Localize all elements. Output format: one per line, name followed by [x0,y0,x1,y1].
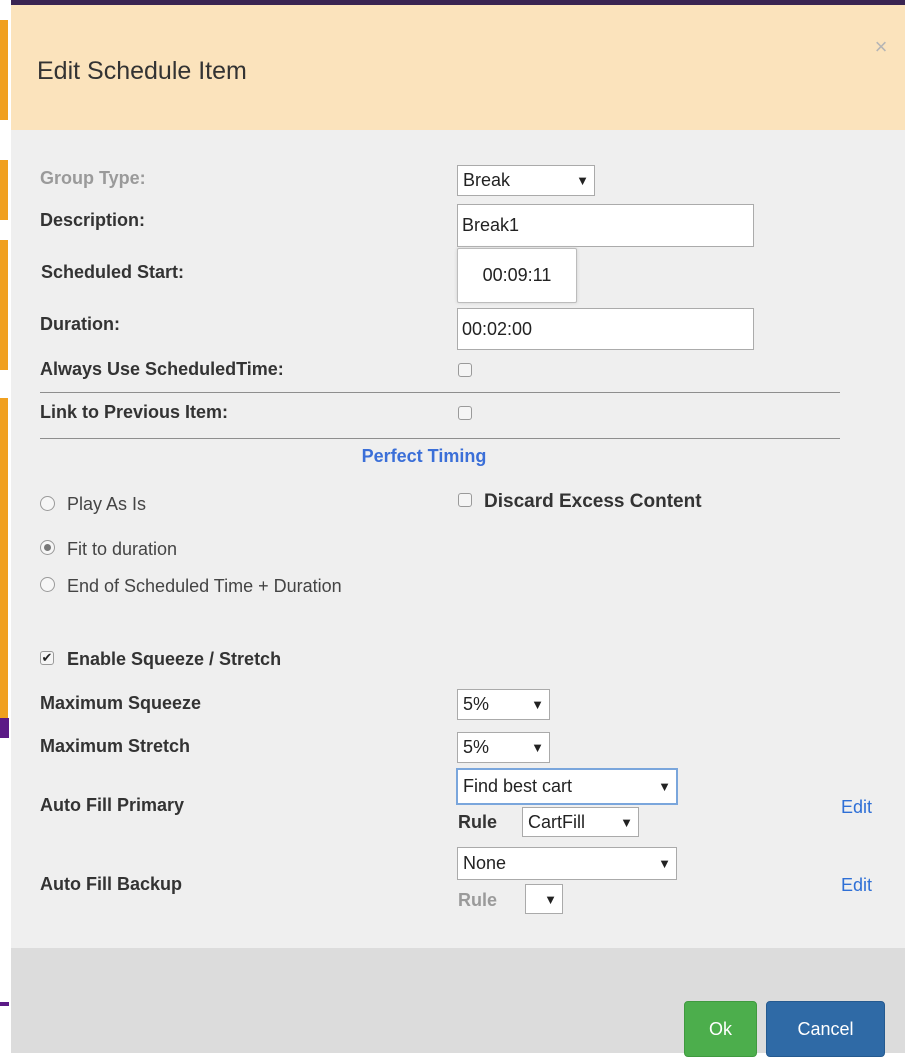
auto-fill-backup-rule-label: Rule [458,890,498,910]
edge-marker [0,718,9,738]
enable-squeeze-stretch-checkbox[interactable]: ✔ [40,651,54,665]
play-as-is-label: Play As Is [67,494,147,514]
perfect-timing-heading: Perfect Timing [361,446,487,466]
auto-fill-backup-value: None [463,853,507,873]
maximum-squeeze-value: 5% [463,694,490,714]
duration-value: 00:02:00 [462,318,533,339]
edge-marker [0,398,8,718]
maximum-stretch-label: Maximum Stretch [40,736,191,756]
edge-marker [0,1002,9,1006]
link-to-previous-checkbox[interactable] [458,406,472,420]
edge-marker [0,160,8,220]
dialog-header: Edit Schedule Item × [11,5,905,130]
radio-end-of-scheduled-time[interactable] [40,577,55,592]
divider [40,438,840,439]
maximum-stretch-value: 5% [463,737,490,757]
group-type-value: Break [463,170,511,190]
description-value: Break1 [462,215,520,235]
dropdown-arrow-icon: ▼ [544,891,557,907]
edit-backup-link[interactable]: Edit [841,875,872,896]
close-icon[interactable]: × [869,35,893,59]
description-input[interactable]: Break1 [457,204,754,247]
dialog-title: Edit Schedule Item [37,57,247,85]
auto-fill-primary-value: Find best cart [463,776,573,796]
edge-marker [0,20,8,120]
auto-fill-backup-label: Auto Fill Backup [40,874,183,894]
dropdown-arrow-icon: ▼ [531,697,544,712]
ok-button[interactable]: Ok [684,1001,757,1057]
auto-fill-backup-select[interactable]: None ▼ [457,847,677,880]
background-page-edge [0,0,10,1048]
enable-squeeze-stretch-label: Enable Squeeze / Stretch [67,649,282,669]
edit-primary-link[interactable]: Edit [841,797,872,818]
auto-fill-primary-rule-value: CartFill [528,811,585,832]
description-label: Description: [40,210,146,230]
end-of-scheduled-time-label: End of Scheduled Time + Duration [67,576,342,596]
auto-fill-primary-label: Auto Fill Primary [40,795,185,815]
dropdown-arrow-icon: ▼ [620,814,633,830]
maximum-squeeze-label: Maximum Squeeze [40,693,202,713]
auto-fill-primary-rule-select[interactable]: CartFill ▼ [522,807,639,837]
dropdown-arrow-icon: ▼ [658,856,671,871]
auto-fill-primary-select[interactable]: Find best cart ▼ [456,768,678,805]
group-type-select[interactable]: Break ▼ [457,165,595,196]
maximum-squeeze-select[interactable]: 5% ▼ [457,689,550,720]
radio-play-as-is[interactable] [40,496,55,511]
duration-input[interactable]: 00:02:00 [457,308,754,350]
discard-excess-label: Discard Excess Content [484,491,702,512]
cancel-button[interactable]: Cancel [766,1001,885,1057]
scheduled-start-input[interactable]: 00:09:11 [457,248,577,303]
dropdown-arrow-icon: ▼ [658,779,671,794]
discard-excess-checkbox[interactable] [458,493,472,507]
auto-fill-primary-rule-label: Rule [458,812,498,832]
always-use-scheduled-time-label: Always Use ScheduledTime: [40,359,284,379]
scheduled-start-value: 00:09:11 [482,265,552,285]
link-to-previous-label: Link to Previous Item: [40,402,229,422]
dropdown-arrow-icon: ▼ [576,173,589,188]
auto-fill-backup-rule-select[interactable]: ▼ [525,884,563,914]
duration-label: Duration: [40,314,120,334]
group-type-label: Group Type: [40,168,146,188]
radio-fit-to-duration[interactable] [40,540,55,555]
edit-schedule-item-dialog: Edit Schedule Item × Group Type: Break ▼… [11,0,905,1053]
always-use-scheduled-time-checkbox[interactable] [458,363,472,377]
divider [40,392,840,393]
dropdown-arrow-icon: ▼ [531,740,544,755]
maximum-stretch-select[interactable]: 5% ▼ [457,732,550,763]
scheduled-start-label: Scheduled Start: [41,262,185,282]
fit-to-duration-label: Fit to duration [67,539,178,559]
edge-marker [0,240,8,370]
